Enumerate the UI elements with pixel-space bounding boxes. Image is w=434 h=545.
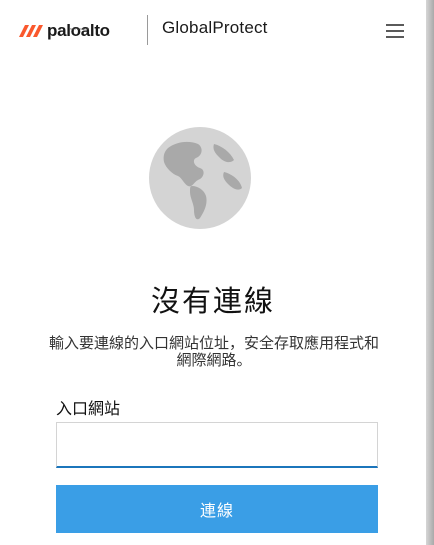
portal-label: 入口網站 [56, 399, 121, 418]
app-title: GlobalProtect [162, 18, 268, 37]
brand-name: paloalto [47, 21, 110, 40]
connection-status-title: 沒有連線 [150, 284, 275, 318]
brand-subtext: NETWORKS [70, 27, 89, 31]
connection-description: 輸入要連線的入口網站位址，安全存取應用程式和網際網路。 [48, 334, 379, 369]
globe-icon [149, 127, 251, 229]
paloalto-logo-mark-icon [19, 25, 43, 37]
header-divider [147, 15, 148, 45]
connect-button[interactable]: 連線 [56, 485, 378, 533]
header: paloalto NETWORKS GlobalProtect [0, 0, 426, 62]
portal-address-input[interactable] [56, 422, 378, 468]
paloalto-logo: paloalto [18, 14, 110, 48]
hamburger-menu-icon[interactable] [386, 24, 404, 38]
globalprotect-panel: paloalto NETWORKS GlobalProtect 沒有連線 輸入要… [0, 0, 426, 545]
window-edge [426, 0, 434, 545]
